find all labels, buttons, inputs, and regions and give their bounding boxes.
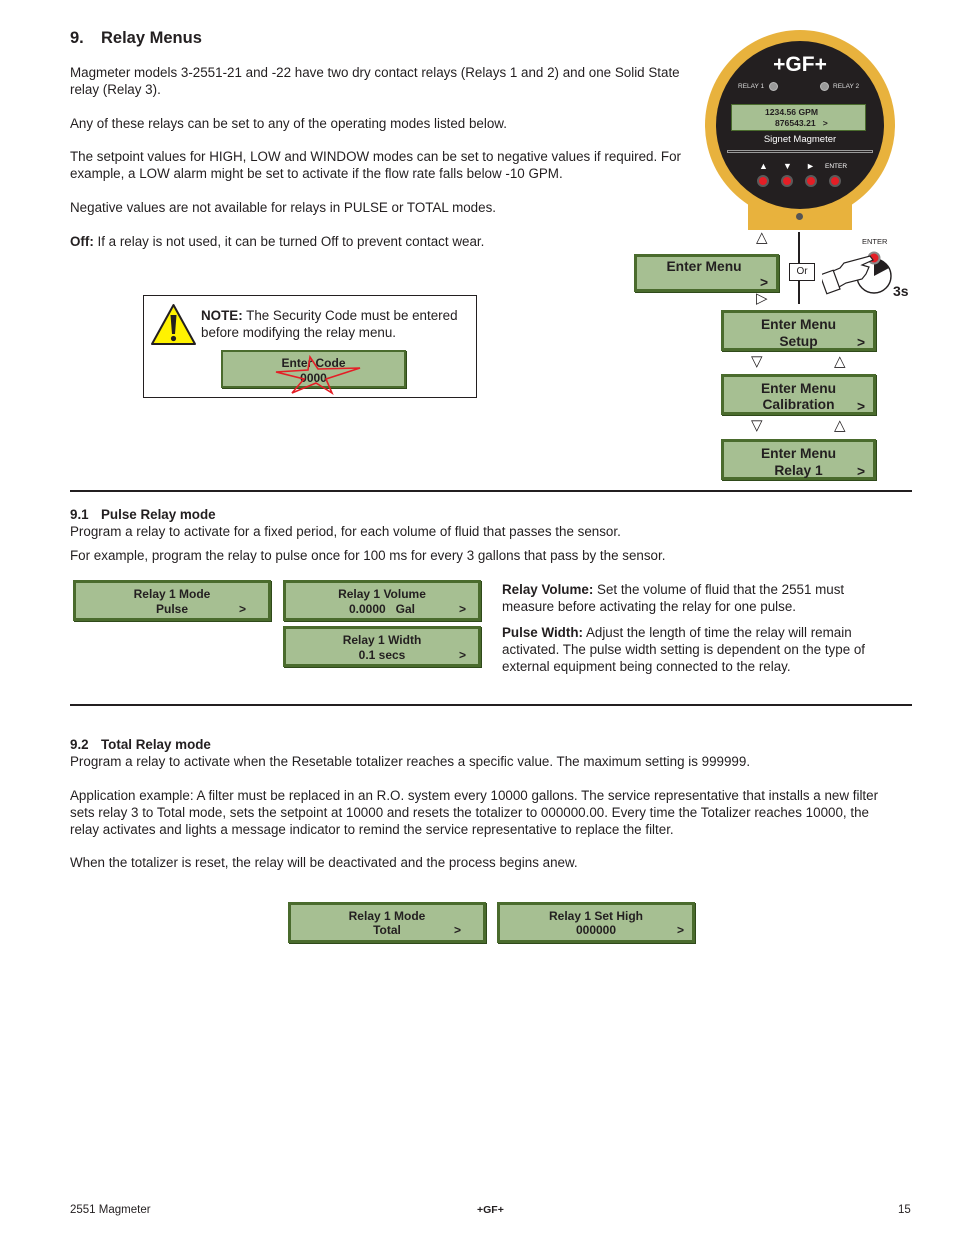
page-number: 15 (898, 1204, 911, 1216)
setpoint-paragraph: The setpoint values for HIGH, LOW and WI… (70, 149, 682, 181)
section-divider (70, 704, 912, 706)
hold-time-label: 3s (893, 283, 909, 299)
total-reset-note: When the totalizer is reset, the relay w… (70, 855, 578, 870)
footer-product-name: 2551 Magmeter (70, 1204, 151, 1216)
lcd-relay1-mode-total: Relay 1 Mode Total > (288, 902, 486, 943)
gf-logo: +GF+ (773, 53, 827, 76)
modes-paragraph: Any of these relays can be set to any of… (70, 116, 507, 131)
up-triangle-icon: △ (834, 353, 846, 370)
total-mode-title: 9.2 Total Relay mode (70, 737, 211, 752)
relay1-label: RELAY 1 (738, 83, 765, 90)
lcd-relay1-set-high: Relay 1 Set High 000000 > (497, 902, 695, 943)
off-paragraph: Off: If a relay is not used, it can be t… (70, 234, 485, 249)
footer-logo: +GF+ (477, 1204, 504, 1216)
lcd-relay1-volume: Relay 1 Volume 0.0000 Gal > (283, 580, 481, 621)
intro-paragraph: Magmeter models 3-2551-21 and -22 have t… (70, 65, 680, 97)
relay2-label: RELAY 2 (833, 83, 860, 90)
pulse-example: For example, program the relay to pulse … (70, 548, 666, 563)
enter-key-label: ENTER (825, 163, 848, 170)
lcd-enter-menu-setup: Enter Menu Setup > (721, 310, 876, 351)
enter-key-button[interactable] (829, 175, 841, 187)
meter-display: 1234.56 GPM 876543.21 > (731, 104, 866, 131)
lcd-relay1-width: Relay 1 Width 0.1 secs > (283, 626, 481, 667)
up-key-button[interactable] (757, 175, 769, 187)
pulse-width-text: Pulse Width: Adjust the length of time t… (502, 625, 866, 674)
relay2-led (820, 82, 829, 91)
star-highlight-icon (275, 355, 361, 395)
or-label: Or (789, 263, 815, 281)
totalizer-readout: 876543.21 > (775, 118, 828, 128)
down-triangle-icon: ▽ (751, 417, 763, 434)
total-description: Program a relay to activate when the Res… (70, 754, 751, 769)
enter-key-caption: ENTER (862, 237, 888, 246)
up-triangle-icon: △ (834, 417, 846, 434)
relay-volume-text: Relay Volume: Set the volume of fluid th… (502, 582, 845, 614)
flow-rate-readout: 1234.56 GPM (765, 107, 819, 117)
down-triangle-icon: ▽ (751, 353, 763, 370)
pulse-mode-title: 9.1 Pulse Relay mode (70, 507, 216, 522)
right-key-button[interactable] (805, 175, 817, 187)
negative-paragraph: Negative values are not available for re… (70, 200, 496, 215)
down-key-button[interactable] (781, 175, 793, 187)
right-arrow-icon: ► (806, 161, 815, 171)
meter-screw (796, 213, 803, 220)
lcd-relay1-mode-pulse: Relay 1 Mode Pulse > (73, 580, 271, 621)
total-application-example: Application example: A filter must be re… (70, 788, 879, 837)
section-divider (70, 490, 912, 492)
lcd-enter-menu-calibration: Enter Menu Calibration > (721, 374, 876, 415)
relay1-led (769, 82, 778, 91)
press-hold-hand-icon (822, 251, 892, 295)
lcd-enter-menu-relay1: Enter Menu Relay 1 > (721, 439, 876, 480)
security-note-text: NOTE: The Security Code must be entered … (201, 308, 458, 340)
right-triangle-icon: ▷ (756, 290, 768, 307)
pulse-description: Program a relay to activate for a fixed … (70, 524, 621, 539)
warning-icon (151, 304, 196, 345)
up-triangle-icon: △ (756, 229, 768, 246)
lcd-enter-menu: Enter Menu > (634, 254, 779, 292)
down-arrow-icon: ▼ (783, 161, 792, 171)
up-arrow-icon: ▲ (759, 161, 768, 171)
meter-divider (727, 150, 873, 153)
section-title: 9. Relay Menus (70, 29, 202, 47)
meter-name: Signet Magmeter (763, 134, 837, 145)
